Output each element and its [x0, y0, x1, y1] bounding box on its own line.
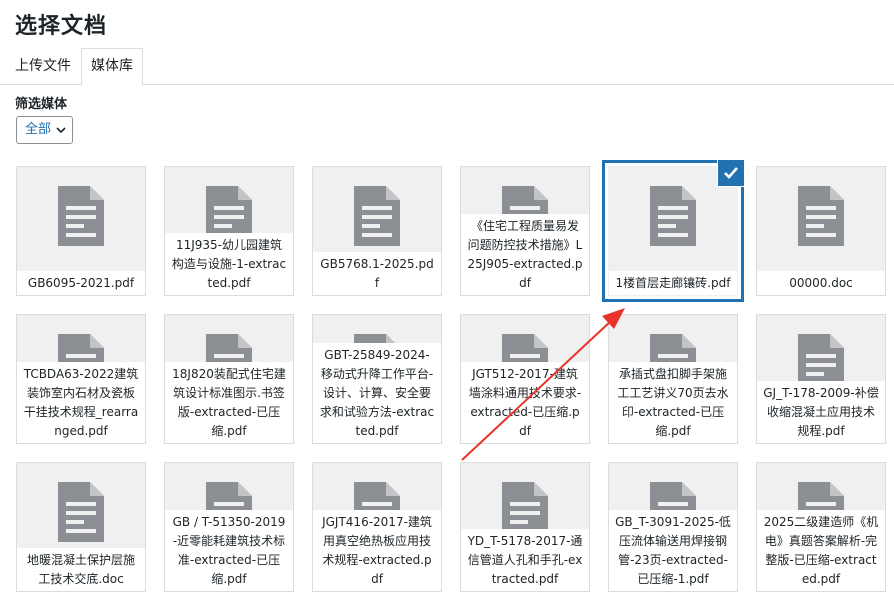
media-item-filename: GB / T-51350-2019-近零能耗建筑技术标准-extracted-已…	[165, 510, 293, 591]
media-item-filename: 承插式盘扣脚手架施工工艺讲义70页去水印-extracted-已压缩.pdf	[609, 362, 737, 443]
media-item-filename: 00000.doc	[757, 271, 885, 295]
tab-bar: 上传文件 媒体库	[0, 48, 894, 85]
media-item[interactable]: TCBDA63-2022建筑装饰室内石材及瓷板干挂技术规程_rearranged…	[16, 314, 146, 444]
media-item-filename: YD_T-5178-2017-通信管道人孔和手孔-extracted.pdf	[461, 529, 589, 591]
media-item[interactable]: 18J820装配式住宅建筑设计标准图示.书签版-extracted-已压缩.pd…	[164, 314, 294, 444]
document-icon	[354, 186, 400, 246]
media-item[interactable]: 承插式盘扣脚手架施工工艺讲义70页去水印-extracted-已压缩.pdf	[608, 314, 738, 444]
tab-upload-files[interactable]: 上传文件	[6, 48, 80, 84]
media-item-filename: 11J935-幼儿园建筑构造与设施-1-extracted.pdf	[165, 233, 293, 295]
media-item[interactable]: 1楼首层走廊镶砖.pdf	[608, 160, 744, 296]
media-item[interactable]: GB / T-51350-2019-近零能耗建筑技术标准-extracted-已…	[164, 462, 294, 592]
media-item-filename: 18J820装配式住宅建筑设计标准图示.书签版-extracted-已压缩.pd…	[165, 362, 293, 443]
media-item[interactable]: 2025二级建造师《机电》真题答案解析-完整版-已压缩-extracted.pd…	[756, 462, 886, 592]
media-item-filename: GB6095-2021.pdf	[17, 271, 145, 295]
filter-label: 筛选媒体	[15, 97, 68, 112]
media-item[interactable]: JGT512-2017-建筑墙涂料通用技术要求-extracted-已压缩.pd…	[460, 314, 590, 444]
media-item[interactable]: 00000.doc	[756, 166, 886, 296]
chevron-down-icon	[56, 127, 66, 134]
document-icon	[58, 186, 104, 246]
media-item[interactable]: GB6095-2021.pdf	[16, 166, 146, 296]
media-item-filename: 地暖混凝土保护层施工技术交底.doc	[17, 548, 145, 591]
media-item-filename: JGT512-2017-建筑墙涂料通用技术要求-extracted-已压缩.pd…	[461, 362, 589, 443]
media-item-filename: 《住宅工程质量易发问题防控技术措施》L25J905-extracted.pdf	[461, 214, 589, 295]
media-item-filename: JGJT416-2017-建筑用真空绝热板应用技术规程-extracted.pd…	[313, 510, 441, 591]
media-filter-select[interactable]: 全部	[16, 116, 73, 144]
tab-media-library[interactable]: 媒体库	[81, 48, 143, 85]
media-item[interactable]: JGJT416-2017-建筑用真空绝热板应用技术规程-extracted.pd…	[312, 462, 442, 592]
media-item-filename: GBT-25849-2024-移动式升降工作平台-设计、计算、安全要求和试验方法…	[313, 343, 441, 443]
media-item-filename: GB5768.1-2025.pdf	[313, 252, 441, 295]
media-item[interactable]: GB_T-3091-2025-低压流体输送用焊接钢管-23页-extracted…	[608, 462, 738, 592]
media-item[interactable]: 《住宅工程质量易发问题防控技术措施》L25J905-extracted.pdf	[460, 166, 590, 296]
media-item-filename: GJ_T-178-2009-补偿收缩混凝土应用技术规程.pdf	[757, 381, 885, 443]
document-icon	[58, 482, 104, 542]
media-item[interactable]: GJ_T-178-2009-补偿收缩混凝土应用技术规程.pdf	[756, 314, 886, 444]
media-item-filename: 2025二级建造师《机电》真题答案解析-完整版-已压缩-extracted.pd…	[757, 510, 885, 591]
filter-selected-value: 全部	[25, 122, 52, 137]
media-item[interactable]: 地暖混凝土保护层施工技术交底.doc	[16, 462, 146, 592]
page-title: 选择文档	[15, 14, 108, 39]
media-item[interactable]: 11J935-幼儿园建筑构造与设施-1-extracted.pdf	[164, 166, 294, 296]
media-item[interactable]: GBT-25849-2024-移动式升降工作平台-设计、计算、安全要求和试验方法…	[312, 314, 442, 444]
media-item-filename: TCBDA63-2022建筑装饰室内石材及瓷板干挂技术规程_rearranged…	[17, 362, 145, 443]
document-icon	[798, 186, 844, 246]
document-icon	[650, 186, 696, 246]
selected-check-icon[interactable]	[718, 160, 744, 186]
media-item-filename: GB_T-3091-2025-低压流体输送用焊接钢管-23页-extracted…	[609, 510, 737, 591]
media-item[interactable]: YD_T-5178-2017-通信管道人孔和手孔-extracted.pdf	[460, 462, 590, 592]
media-item-filename: 1楼首层走廊镶砖.pdf	[609, 271, 737, 295]
media-item[interactable]: GB5768.1-2025.pdf	[312, 166, 442, 296]
